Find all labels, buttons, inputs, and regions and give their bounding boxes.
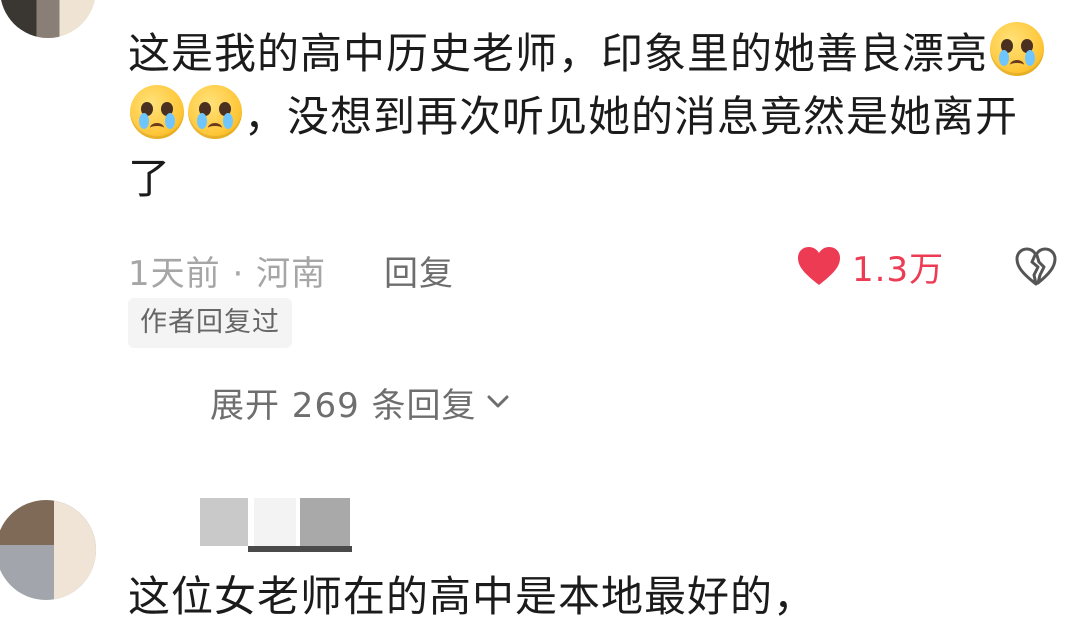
author-replied-badge: 作者回复过 [128,298,292,348]
crying-face-emoji-icon [130,85,184,139]
like-count: 1.3万 [852,249,945,290]
avatar[interactable] [0,0,96,38]
meta-separator: · [232,254,245,294]
expand-replies-button[interactable]: 展开 269 条回复 [210,378,509,426]
username-pixelated [200,498,352,552]
comment-line-1: 这是我的高中历史老师，印象里的她善良漂亮 [128,29,989,78]
crying-face-emoji-icon [990,22,1045,76]
comment-text: 这位女老师在的高中是本地最好的， [128,572,817,621]
broken-heart-icon[interactable] [1014,246,1058,286]
crying-face-emoji-icon [188,85,242,139]
like-button[interactable]: 1.3万 [796,244,945,290]
reply-button[interactable]: 回复 [384,246,454,295]
comment-text: 这是我的高中历史老师，印象里的她善良漂亮 ，没想到再次听见她的消息竟然是她离开 … [128,22,1058,210]
expand-replies-label: 展开 269 条回复 [210,385,477,426]
heart-icon [798,247,840,285]
comment-meta: 1天前 · 河南 [128,246,326,295]
comment-line-2: ，没想到再次听见她的消息竟然是她离开 [244,92,1019,141]
avatar[interactable] [0,500,96,600]
comment-time: 1天前 [128,254,221,294]
chevron-down-icon [487,395,509,408]
comment-line-3: 了 [128,154,172,203]
comment-location: 河南 [256,254,327,294]
